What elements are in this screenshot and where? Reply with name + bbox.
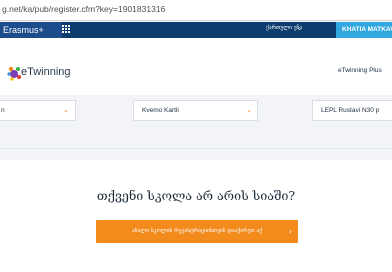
chevron-right-icon: ›	[288, 227, 292, 236]
etwinning-plus-link[interactable]: eTwinning Plus	[338, 67, 382, 74]
chevron-down-icon[interactable]: ⌄	[297, 25, 302, 32]
school-not-listed-card	[0, 160, 392, 272]
country-select[interactable]: n ⌄	[0, 100, 76, 121]
region-select-value: Kvemo Kartli	[142, 107, 179, 114]
school-select[interactable]: LEPL Rustavi N30 p	[312, 100, 392, 121]
divider	[0, 148, 392, 149]
url-text[interactable]: g.net/ka/pub/register.cfm?key=1901831316	[2, 4, 165, 14]
school-select-value: LEPL Rustavi N30 p	[321, 107, 380, 114]
chevron-down-icon: ⌄	[246, 107, 252, 114]
country-select-value: n	[1, 107, 5, 114]
user-account-button[interactable]: KHATIA MATKAVA	[336, 22, 392, 38]
erasmus-logo[interactable]: Erasmus+	[0, 22, 62, 38]
register-new-school-button[interactable]: ახალი სკოლის რეგისტრაციისთვის დააჭირეთ ა…	[96, 220, 298, 243]
region-select[interactable]: Kvemo Kartli ⌄	[133, 100, 258, 121]
etwinning-logo-text[interactable]: eTwinning	[21, 66, 71, 78]
chevron-down-icon: ⌄	[63, 107, 69, 114]
grid-menu-icon[interactable]	[62, 25, 70, 33]
school-not-listed-question: თქვენი სკოლა არ არის სიაში?	[96, 188, 296, 203]
register-new-school-label: ახალი სკოლის რეგისტრაციისთვის დააჭირეთ ა…	[131, 228, 263, 234]
browser-address-bar[interactable]: g.net/ka/pub/register.cfm?key=1901831316	[0, 0, 392, 21]
